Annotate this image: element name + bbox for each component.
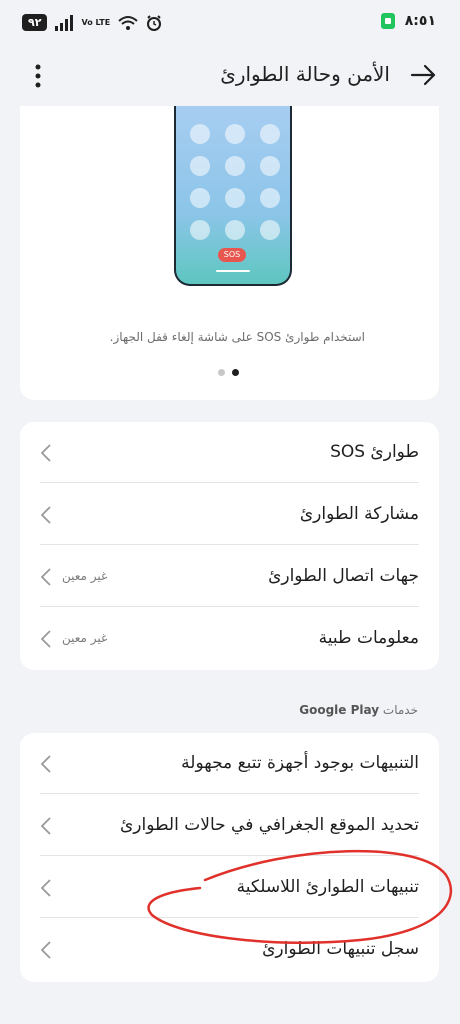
list-item-label: معلومات طبية — [318, 628, 419, 648]
chevron-left-icon — [40, 630, 51, 648]
keypad-dots — [190, 124, 280, 240]
page-indicator — [218, 369, 239, 376]
home-indicator — [216, 270, 250, 272]
divider — [40, 544, 419, 545]
sos-badge: SOS — [218, 248, 246, 262]
section-brand: Google Play — [299, 703, 380, 717]
list-item-alert-history[interactable]: سجل تنبيهات الطوارئ — [20, 919, 439, 980]
charging-battery-icon — [380, 13, 395, 29]
list-item-emergency-sos[interactable]: طوارئ SOS — [20, 422, 439, 483]
sos-illustration-card: SOS استخدام طوارئ SOS على شاشة إلغاء قفل… — [20, 106, 439, 400]
list-item-label: سجل تنبيهات الطوارئ — [262, 939, 419, 959]
volte-icon: Vo LTE — [81, 17, 111, 27]
list-item-emergency-contacts[interactable]: جهات اتصال الطوارئ غير معين — [20, 546, 439, 607]
list-item-emergency-location[interactable]: تحديد الموقع الجغرافي في حالات الطوارئ — [20, 795, 439, 856]
page-dot-2-active[interactable] — [232, 369, 239, 376]
wifi-icon — [118, 15, 138, 30]
list-item-medical-info[interactable]: معلومات طبية غير معين — [20, 608, 439, 669]
signal-icon — [55, 14, 74, 31]
illustration-caption: استخدام طوارئ SOS على شاشة إلغاء قفل الج… — [109, 330, 365, 344]
list-item-label: مشاركة الطوارئ — [299, 504, 419, 524]
divider — [40, 482, 419, 483]
divider — [40, 917, 419, 918]
status-right: ٨:٥١ — [380, 13, 436, 29]
chevron-left-icon — [40, 506, 51, 524]
alarm-icon — [147, 14, 162, 31]
section-prefix: خدمات — [382, 703, 418, 717]
list-item-wireless-alerts[interactable]: تنبيهات الطوارئ اللاسلكية — [20, 857, 439, 918]
status-bar: ٩٢ Vo LTE ٨:٥١ — [0, 0, 460, 50]
chevron-left-icon — [40, 817, 51, 835]
list-item-label: التنبيهات بوجود أجهزة تتبع مجهولة — [181, 753, 419, 773]
list-item-value: غير معين — [62, 569, 108, 583]
divider — [40, 606, 419, 607]
emergency-settings-card: طوارئ SOS مشاركة الطوارئ جهات اتصال الطو… — [20, 422, 439, 670]
list-item-label: طوارئ SOS — [330, 442, 419, 462]
list-item-label: جهات اتصال الطوارئ — [268, 566, 419, 586]
divider — [40, 855, 419, 856]
chevron-left-icon — [40, 444, 51, 462]
phone-illustration: SOS — [174, 106, 292, 286]
chevron-left-icon — [40, 941, 51, 959]
divider — [40, 793, 419, 794]
battery-indicator: ٩٢ — [22, 14, 48, 31]
section-header-google-play: خدمات Google Play — [299, 703, 418, 717]
clock: ٨:٥١ — [404, 13, 436, 29]
chevron-left-icon — [40, 755, 51, 773]
app-bar: الأمن وحالة الطوارئ — [0, 50, 460, 106]
list-item-unknown-trackers[interactable]: التنبيهات بوجود أجهزة تتبع مجهولة — [20, 733, 439, 794]
list-item-label: تحديد الموقع الجغرافي في حالات الطوارئ — [119, 815, 419, 835]
chevron-left-icon — [40, 568, 51, 586]
page-dot-1[interactable] — [218, 369, 225, 376]
page-title: الأمن وحالة الطوارئ — [220, 62, 390, 86]
chevron-left-icon — [40, 879, 51, 897]
google-play-services-card: التنبيهات بوجود أجهزة تتبع مجهولة تحديد … — [20, 733, 439, 982]
list-item-label: تنبيهات الطوارئ اللاسلكية — [236, 877, 419, 897]
arrow-right-icon[interactable] — [408, 60, 438, 90]
list-item-emergency-sharing[interactable]: مشاركة الطوارئ — [20, 484, 439, 545]
list-item-value: غير معين — [62, 631, 108, 645]
status-icons: ٩٢ Vo LTE — [22, 14, 162, 31]
more-vertical-icon[interactable] — [28, 62, 48, 92]
